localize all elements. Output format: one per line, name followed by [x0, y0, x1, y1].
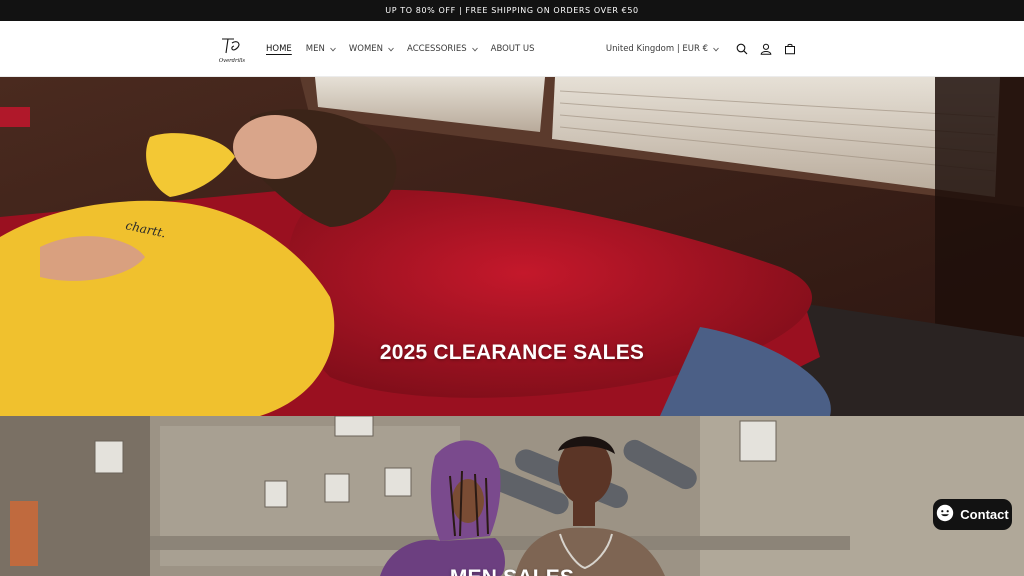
nav-about-us[interactable]: ABOUT US [491, 44, 535, 54]
nav-men[interactable]: MEN [305, 44, 336, 54]
account-icon[interactable] [754, 37, 778, 61]
hero-photo [0, 416, 1024, 576]
nav-accessories[interactable]: ACCESSORIES [407, 44, 478, 54]
nav-about-us-label: ABOUT US [490, 44, 535, 54]
hero-title: MEN SALES [0, 566, 1024, 576]
country-currency-selector[interactable]: United Kingdom | EUR € [605, 44, 719, 54]
announcement-bar: UP TO 80% OFF | FREE SHIPPING ON ORDERS … [0, 0, 1024, 21]
cart-icon[interactable] [778, 37, 802, 61]
main-navigation: HOME MEN WOMEN ACCESSORIES ABOUT US [266, 21, 549, 77]
announcement-text: UP TO 80% OFF | FREE SHIPPING ON ORDERS … [385, 6, 639, 15]
nav-women-label: WOMEN [348, 44, 384, 54]
hero-banner-clearance[interactable]: chartt. 2025 CLEARANCE SALES [0, 77, 1024, 416]
contact-label: Contact [960, 507, 1009, 522]
search-icon[interactable] [730, 37, 754, 61]
chevron-down-icon [388, 47, 394, 52]
svg-text:Overdrills: Overdrills [219, 58, 246, 64]
hero-photo: chartt. [0, 77, 1024, 416]
chat-icon [936, 504, 954, 525]
chevron-down-icon [330, 47, 336, 52]
contact-chat-button[interactable]: Contact [933, 499, 1012, 530]
hero-banner-men-sales[interactable]: MEN SALES [0, 416, 1024, 576]
chevron-down-icon [713, 47, 719, 52]
header-tools: United Kingdom | EUR € [606, 21, 802, 77]
nav-home[interactable]: HOME [266, 44, 292, 54]
nav-home-label: HOME [266, 44, 292, 54]
site-header: Overdrills HOME MEN WOMEN ACCESSORIES AB… [0, 21, 1024, 77]
brand-logo[interactable]: Overdrills [214, 35, 250, 65]
country-currency-label: United Kingdom | EUR € [605, 44, 708, 54]
hero-title: 2025 CLEARANCE SALES [379, 341, 645, 364]
nav-accessories-label: ACCESSORIES [407, 44, 467, 54]
chevron-down-icon [471, 47, 478, 52]
nav-women[interactable]: WOMEN [348, 44, 394, 54]
nav-men-label: MEN [305, 44, 325, 54]
